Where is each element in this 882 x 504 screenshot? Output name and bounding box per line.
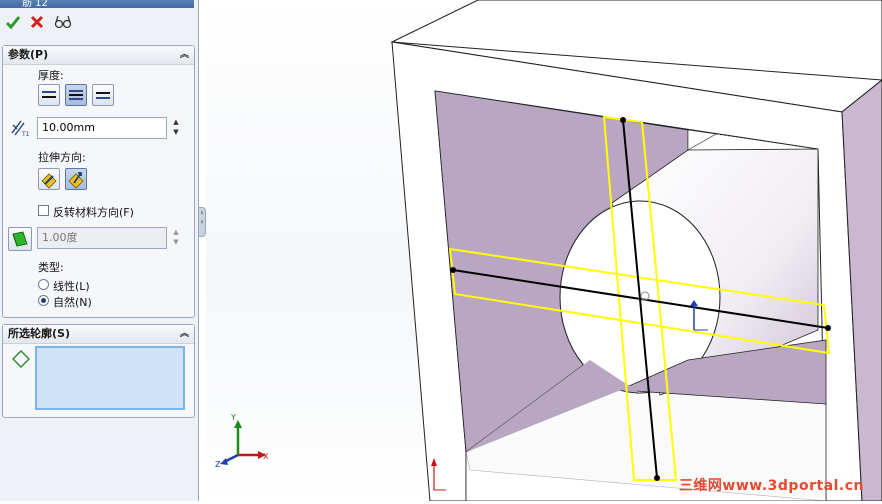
type-linear-label: 线性(L) [53,280,90,293]
normal-to-sketch-button[interactable] [65,168,87,190]
panel-collapse-handle[interactable]: ‹ ‹ [198,207,206,237]
type-natural-label: 自然(N) [53,296,92,309]
thickness-input[interactable]: 10.00mm [37,117,167,139]
thickness-spinner[interactable]: ▲ ▼ [170,117,182,139]
svg-text:T1: T1 [21,131,30,137]
cancel-button[interactable] [27,12,47,32]
type-linear-radio[interactable] [38,279,49,290]
draft-toggle-button[interactable] [8,227,32,251]
collapse-icon: ︽ [179,50,189,60]
parallel-direction-icon [41,173,57,189]
triad-y-label: Y [230,413,236,422]
type-natural-radio[interactable] [38,295,49,306]
draft-icon [12,231,28,247]
contour-select-icon [12,350,30,368]
thickness-label: 厚度: [38,69,64,82]
thickness-dimension-icon: T1 [11,120,30,137]
collapse-icon: ︽ [179,329,189,339]
parameters-title: 参数(P) [8,48,49,61]
graphics-viewport[interactable]: Y X Z [206,0,882,502]
draft-angle-spinner[interactable]: ▲ ▼ [170,227,182,249]
selected-contours-header[interactable]: 所选轮廓(S) ︽ [3,325,194,344]
normal-direction-icon [68,172,84,189]
parameters-header[interactable]: 参数(P) ︽ [3,46,194,65]
thickness-first-side-button[interactable] [38,84,60,106]
draft-angle-input[interactable]: 1.00度 [37,227,167,249]
x-icon [30,15,44,29]
triad-z-label: Z [215,460,221,469]
glasses-icon [54,15,72,29]
model-view[interactable]: Y X Z [206,0,882,502]
thickness-both-sides-button[interactable] [65,84,87,106]
flip-material-checkbox[interactable] [38,205,49,216]
selected-contours-title: 所选轮廓(S) [8,327,70,340]
flip-material-label: 反转材料方向(F) [53,206,134,219]
triad-x-label: X [263,452,269,461]
parallel-to-sketch-button[interactable] [38,168,60,190]
selected-contours-list[interactable] [35,346,185,410]
type-label: 类型: [38,261,64,274]
feature-title: 筋 12 [22,0,48,9]
feature-title-bar: 筋 12 [0,0,194,9]
detailed-preview-button[interactable] [53,12,73,32]
check-icon [5,16,21,30]
ok-button[interactable] [3,12,23,32]
extrude-direction-label: 拉伸方向: [38,151,86,164]
watermark: 三维网www.3dportal.cn [678,478,864,494]
property-manager: 筋 12 参数(P) ︽ 厚度: T1 10.00mm ▲ ▼ 拉伸方向: 反转… [0,0,199,501]
thickness-second-side-button[interactable] [92,84,114,106]
